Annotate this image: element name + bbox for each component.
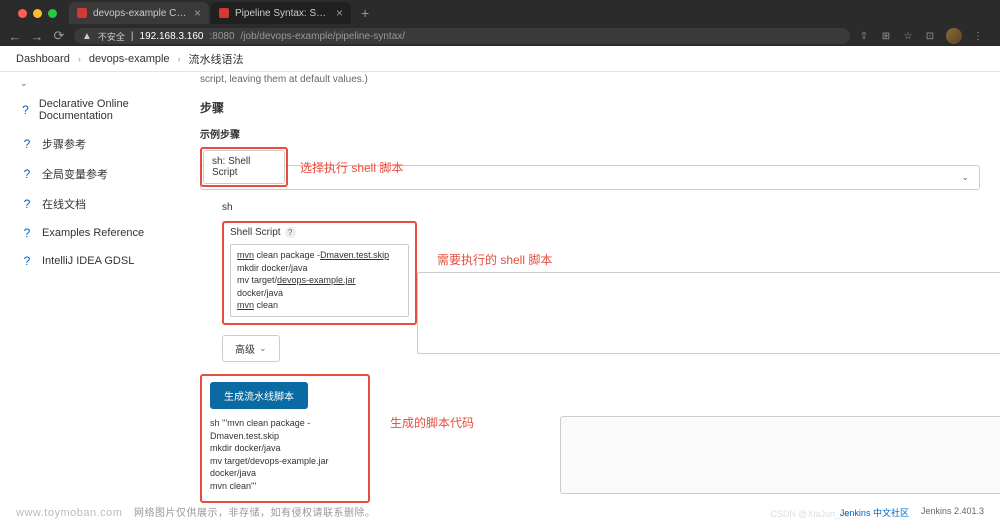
security-warning-icon: ▲: [82, 31, 92, 42]
sidebar-item-docs[interactable]: ? Declarative Online Documentation: [16, 91, 172, 129]
maximize-window-icon[interactable]: [48, 9, 57, 18]
close-tab-icon[interactable]: ×: [336, 7, 343, 19]
annotation-text: 需要执行的 shell 脚本: [437, 251, 552, 268]
shell-script-label: Shell Script ?: [230, 227, 409, 238]
forward-button[interactable]: →: [30, 29, 44, 44]
annotation-highlight: sh: Shell Script: [200, 147, 288, 187]
bookmark-icon[interactable]: ☆: [902, 30, 914, 42]
section-title-step: 步骤: [200, 99, 984, 116]
chevron-down-icon[interactable]: ⌄: [16, 76, 172, 91]
jenkins-community-link[interactable]: Jenkins 中文社区: [840, 506, 909, 519]
csdn-watermark: CSDN @XiaJun_he: [770, 509, 850, 519]
example-step-label: 示例步骤: [200, 126, 984, 141]
share-icon[interactable]: ⇧: [858, 30, 870, 42]
reload-button[interactable]: ⟳: [52, 28, 66, 44]
close-tab-icon[interactable]: ×: [194, 7, 201, 19]
generate-script-button[interactable]: 生成流水线脚本: [210, 382, 308, 409]
back-button[interactable]: ←: [8, 29, 22, 44]
advanced-button[interactable]: 高级 ⌄: [222, 335, 280, 362]
breadcrumb-item[interactable]: devops-example: [89, 53, 170, 65]
annotation-text: 生成的脚本代码: [390, 414, 474, 431]
help-icon: ?: [20, 197, 34, 211]
sidebar-item-online-docs[interactable]: ? 在线文档: [16, 189, 172, 219]
annotation-highlight: Shell Script ? mvn clean package -Dmaven…: [222, 221, 417, 325]
sh-label: sh: [222, 202, 984, 213]
annotation-text: 选择执行 shell 脚本: [300, 159, 403, 176]
sidebar-item-label: Declarative Online Documentation: [39, 98, 168, 122]
extension-icon[interactable]: ⊞: [880, 30, 892, 42]
help-icon: ?: [20, 167, 34, 181]
window-controls[interactable]: [8, 9, 67, 18]
url-host: 192.168.3.160: [140, 31, 204, 42]
sidebar-item-label: 全局变量参考: [42, 166, 108, 182]
help-icon: ?: [20, 137, 34, 151]
chevron-down-icon: ⌄: [259, 343, 267, 354]
help-icon[interactable]: ?: [285, 227, 296, 238]
new-tab-button[interactable]: +: [353, 5, 377, 21]
profile-avatar[interactable]: [946, 28, 962, 44]
browser-tab[interactable]: devops-example Config [Jenk ×: [69, 2, 209, 24]
generated-script-output: sh '''mvn clean package -Dmaven.test.ski…: [210, 417, 360, 493]
url-port: :8080: [209, 31, 234, 42]
menu-icon[interactable]: ⋮: [972, 30, 984, 42]
tab-title: devops-example Config [Jenk: [93, 8, 188, 19]
jenkins-version: Jenkins 2.401.3: [921, 506, 984, 519]
chevron-right-icon: ›: [178, 54, 181, 64]
breadcrumb-item[interactable]: 流水线语法: [189, 51, 244, 67]
hint-text: script, leaving them at default values.): [200, 74, 984, 85]
jenkins-favicon-icon: [219, 8, 229, 18]
minimize-window-icon[interactable]: [33, 9, 42, 18]
close-window-icon[interactable]: [18, 9, 27, 18]
help-icon: ?: [20, 254, 34, 268]
sidebar-item-label: Examples Reference: [42, 227, 144, 239]
sidebar-item-globals[interactable]: ? 全局变量参考: [16, 159, 172, 189]
shell-script-input[interactable]: mvn clean package -Dmaven.test.skipmkdir…: [230, 244, 409, 317]
tab-title: Pipeline Syntax: Snippet Gene: [235, 8, 330, 19]
jenkins-favicon-icon: [77, 8, 87, 18]
address-bar[interactable]: ▲ 不安全 | 192.168.3.160:8080/job/devops-ex…: [74, 28, 850, 44]
extensions-icon[interactable]: ⊡: [924, 30, 936, 42]
breadcrumb: Dashboard › devops-example › 流水线语法: [0, 46, 1000, 72]
breadcrumb-item[interactable]: Dashboard: [16, 53, 70, 65]
sidebar-item-steps[interactable]: ? 步骤参考: [16, 129, 172, 159]
browser-tab[interactable]: Pipeline Syntax: Snippet Gene ×: [211, 2, 351, 24]
sidebar-item-label: IntelliJ IDEA GDSL: [42, 255, 134, 267]
watermark: www.toymoban.com 网络图片仅供展示，非存储，如有侵权请联系删除。: [16, 504, 376, 519]
help-icon: ?: [20, 226, 34, 240]
advanced-label: 高级: [235, 341, 255, 356]
security-warning: 不安全: [98, 30, 125, 43]
sidebar-item-examples[interactable]: ? Examples Reference: [16, 219, 172, 247]
sidebar: ⌄ ? Declarative Online Documentation ? 步…: [0, 72, 180, 504]
jenkins-footer: Jenkins 中文社区 Jenkins 2.401.3: [840, 506, 984, 519]
help-icon: ?: [20, 103, 31, 117]
annotation-highlight: 生成流水线脚本 sh '''mvn clean package -Dmaven.…: [200, 374, 370, 503]
step-select[interactable]: sh: Shell Script: [203, 150, 285, 184]
url-path: /job/devops-example/pipeline-syntax/: [241, 31, 406, 42]
sidebar-item-gdsl[interactable]: ? IntelliJ IDEA GDSL: [16, 247, 172, 275]
sidebar-item-label: 在线文档: [42, 196, 86, 212]
sidebar-item-label: 步骤参考: [42, 136, 86, 152]
select-value: sh: Shell Script: [212, 156, 276, 178]
chevron-right-icon: ›: [78, 54, 81, 64]
